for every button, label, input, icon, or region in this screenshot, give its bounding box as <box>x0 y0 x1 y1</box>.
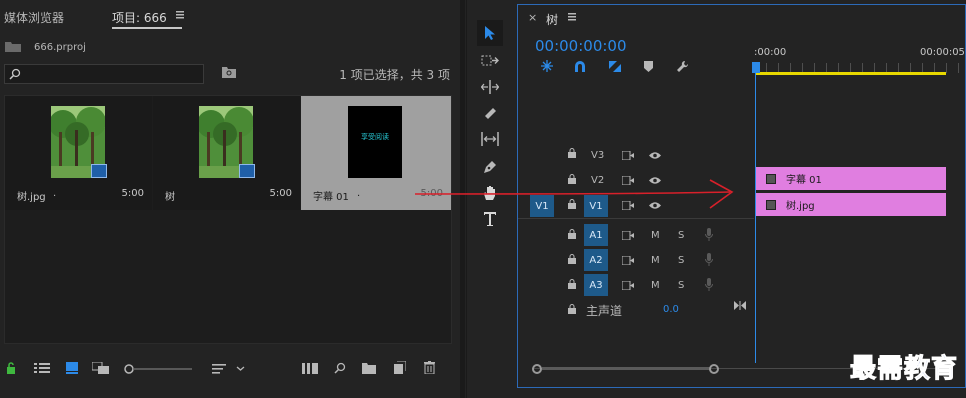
timecode-display[interactable]: 00:00:00:00 <box>535 37 627 55</box>
solo-button[interactable]: S <box>678 230 684 241</box>
still-image-badge-icon <box>91 164 107 178</box>
zoom-slider[interactable] <box>124 364 194 374</box>
voice-over-mic-icon[interactable] <box>705 228 713 241</box>
clip-tree-jpg[interactable]: 树.jpg <box>756 193 946 216</box>
item-name: 树 <box>165 192 175 203</box>
track-lock-icon[interactable] <box>568 304 576 314</box>
add-marker-icon[interactable] <box>644 61 653 72</box>
sync-lock-icon[interactable] <box>622 281 634 290</box>
new-bin-icon[interactable] <box>362 362 376 374</box>
clip-name: 字幕 01 <box>786 175 822 186</box>
tab-project[interactable]: 项目: 666 <box>112 9 167 26</box>
razor-tool-icon[interactable] <box>477 100 503 126</box>
linked-selection-icon[interactable] <box>608 60 622 73</box>
new-item-icon[interactable] <box>394 361 406 374</box>
scrollbar-left-handle[interactable] <box>532 364 542 374</box>
snap-icon[interactable] <box>574 60 586 72</box>
master-volume-value[interactable]: 0.0 <box>663 304 679 315</box>
active-tab-underline <box>112 27 182 29</box>
solo-button[interactable]: S <box>678 280 684 291</box>
ruler-label-5s: 00:00:05:0 <box>920 47 966 58</box>
scrollbar-thumb[interactable] <box>542 367 710 370</box>
playhead-handle[interactable] <box>752 62 760 73</box>
ripple-edit-tool-icon[interactable] <box>477 74 503 100</box>
master-track-label: 主声道 <box>586 304 623 318</box>
close-tab-icon[interactable]: × <box>528 11 537 24</box>
timeline-tab-title[interactable]: 树 <box>546 11 558 28</box>
trash-icon[interactable] <box>424 361 435 374</box>
item-ext: . <box>357 188 361 199</box>
track-target-a2[interactable]: A2 <box>584 249 608 271</box>
track-lock-icon[interactable] <box>568 229 576 239</box>
project-item-tree-jpg[interactable]: 树.jpg . 5:00 <box>5 96 152 210</box>
project-file-name: 666.prproj <box>34 42 86 53</box>
watermark-logo: 最需教育 <box>849 354 958 385</box>
panel-menu-icon[interactable] <box>176 11 184 19</box>
new-search-bin-icon[interactable] <box>222 66 236 78</box>
track-select-tool-icon[interactable] <box>477 48 503 74</box>
scrollbar-right-handle[interactable] <box>709 364 719 374</box>
item-ext: . <box>53 188 57 199</box>
lock-icon[interactable] <box>6 362 16 374</box>
nest-sequences-icon[interactable] <box>540 59 554 73</box>
title-thumb-text: 享受阅读 <box>361 133 389 141</box>
search-icon <box>9 68 21 80</box>
playhead-line <box>755 73 756 363</box>
mute-button[interactable]: M <box>651 280 660 291</box>
track-lock-icon[interactable] <box>568 279 576 289</box>
search-input[interactable] <box>4 64 204 84</box>
project-panel: 媒体浏览器 项目: 666 666.prproj 1 项已选择，共 3 项 树.… <box>0 0 460 398</box>
freeform-view-icon[interactable] <box>92 362 110 374</box>
title-thumbnail: 享受阅读 <box>348 106 402 178</box>
track-label-v3[interactable]: V3 <box>591 150 604 161</box>
voice-over-mic-icon[interactable] <box>705 278 713 291</box>
sync-lock-icon[interactable] <box>622 151 634 160</box>
clip-fx-icon <box>766 174 776 184</box>
slip-tool-icon[interactable] <box>477 126 503 152</box>
clip-name: 树.jpg <box>786 201 815 212</box>
ruler-label-start: :00:00 <box>754 47 787 58</box>
timeline-settings-wrench-icon[interactable] <box>676 60 689 73</box>
video-audio-divider <box>518 218 754 219</box>
tab-media-browser[interactable]: 媒体浏览器 <box>4 9 64 26</box>
selection-tool-icon[interactable] <box>477 20 503 46</box>
track-target-a1[interactable]: A1 <box>584 224 608 246</box>
clip-fx-icon <box>766 200 776 210</box>
work-area-bar[interactable] <box>756 72 946 75</box>
timeline-menu-icon[interactable] <box>568 13 576 21</box>
solo-button[interactable]: S <box>678 255 684 266</box>
sort-icons-icon[interactable] <box>212 364 248 374</box>
clip-title-01[interactable]: 字幕 01 <box>756 167 946 190</box>
item-duration: 5:00 <box>269 188 292 199</box>
find-icon[interactable] <box>334 362 346 374</box>
item-name: 字幕 01 <box>313 192 349 203</box>
sync-lock-icon[interactable] <box>622 231 634 240</box>
item-duration: 5:00 <box>121 188 144 199</box>
track-target-a3[interactable]: A3 <box>584 274 608 296</box>
icon-view-icon[interactable] <box>66 362 78 374</box>
annotation-arrow <box>414 179 734 209</box>
project-item-tree-sequence[interactable]: 树 5:00 <box>153 96 300 210</box>
toggle-output-eye-icon[interactable] <box>648 151 662 160</box>
track-lock-icon[interactable] <box>568 254 576 264</box>
item-name: 树.jpg <box>17 192 46 203</box>
sync-lock-icon[interactable] <box>622 256 634 265</box>
track-lock-icon[interactable] <box>568 148 576 158</box>
list-view-icon[interactable] <box>34 363 50 373</box>
automate-to-sequence-icon[interactable] <box>302 363 318 374</box>
mute-button[interactable]: M <box>651 230 660 241</box>
folder-icon <box>5 40 21 52</box>
go-to-end-icon[interactable] <box>734 301 746 310</box>
selection-status: 1 项已选择，共 3 项 <box>339 68 450 82</box>
sequence-badge-icon <box>239 164 255 178</box>
mute-button[interactable]: M <box>651 255 660 266</box>
voice-over-mic-icon[interactable] <box>705 253 713 266</box>
thumbnail-grid: 树.jpg . 5:00 树 5:00 享受阅读 字幕 01 . 5:00 <box>4 95 452 344</box>
